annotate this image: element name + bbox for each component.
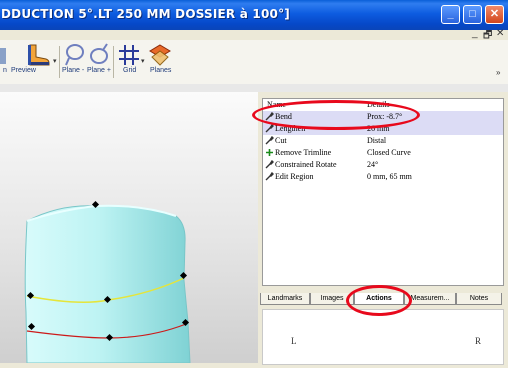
action-name: Lengthen <box>275 124 306 133</box>
action-details: 0 mm, 65 mm <box>367 172 412 181</box>
column-header-details[interactable]: Details <box>367 100 390 109</box>
toolbar-overflow-icon[interactable]: » <box>496 68 500 77</box>
tab-images[interactable]: Images <box>310 293 354 305</box>
action-name: Cut <box>275 136 287 145</box>
minimize-button[interactable]: _ <box>441 5 460 24</box>
plus-icon <box>265 148 274 159</box>
wrench-icon <box>265 171 274 183</box>
socket-model[interactable] <box>0 92 258 364</box>
right-label: R <box>475 336 482 346</box>
tab-landmarks[interactable]: Landmarks <box>260 293 310 305</box>
mdi-minimize-button[interactable]: _ <box>472 28 478 39</box>
grid-dropdown-icon[interactable]: ▾ <box>141 57 145 65</box>
maximize-button[interactable]: □ <box>463 5 482 24</box>
actions-list[interactable]: Name Details Bend Prox: -8.7° Lengthen 2… <box>262 98 504 286</box>
toolbar-label-plane-minus: Plane - <box>62 67 85 74</box>
mdi-close-button[interactable]: ✕ <box>496 28 504 39</box>
mdi-bar: _ 🗗 ✕ <box>0 28 508 41</box>
toolbar-label-preview: Preview <box>11 67 36 74</box>
action-name: Edit Region <box>275 172 314 181</box>
left-label: L <box>291 336 297 346</box>
close-button[interactable]: ✕ <box>485 5 504 24</box>
action-details: 26 mm <box>367 124 390 133</box>
action-details: Prox: -8.7° <box>367 112 403 121</box>
tab-notes[interactable]: Notes <box>456 293 502 305</box>
action-name: Bend <box>275 112 292 121</box>
wrench-icon <box>265 159 274 171</box>
window-title: DDUCTION 5°.LT 250 MM DOSSIER à 100°] <box>1 7 290 21</box>
wrench-icon <box>265 123 274 135</box>
list-item-constrained-rotate[interactable]: Constrained Rotate 24° <box>263 159 503 171</box>
action-name: Constrained Rotate <box>275 160 337 169</box>
toolbar-separator <box>59 46 60 78</box>
toolbar-separator <box>113 46 114 78</box>
wrench-icon <box>265 135 274 147</box>
right-panel: Name Details Bend Prox: -8.7° Lengthen 2… <box>258 92 508 365</box>
tab-measurements[interactable]: Measurem... <box>404 293 456 305</box>
list-header: Name Details <box>263 99 503 110</box>
action-details: Distal <box>367 136 387 145</box>
column-header-name[interactable]: Name <box>267 100 286 109</box>
wrench-icon <box>265 111 274 123</box>
list-item-lengthen[interactable]: Lengthen 26 mm <box>263 123 503 135</box>
toolbar-label-plane-plus: Plane + <box>87 67 111 74</box>
toolbar: n ▾ Preview Plane - Plane + ▾ Grid Plane… <box>0 40 508 85</box>
tab-actions[interactable]: Actions <box>354 293 404 305</box>
action-details: Closed Curve <box>367 148 411 157</box>
3d-viewport[interactable] <box>0 92 258 364</box>
list-item-remove-trimline[interactable]: Remove Trimline Closed Curve <box>263 147 503 159</box>
preview-dropdown-icon[interactable]: ▾ <box>53 57 57 65</box>
action-name: Remove Trimline <box>275 148 332 157</box>
toolbar-label-grid: Grid <box>123 67 137 74</box>
list-item-edit-region[interactable]: Edit Region 0 mm, 65 mm <box>263 171 503 183</box>
action-details: 24° <box>367 160 379 169</box>
toolbar-label-planes: Planes <box>150 67 172 74</box>
list-item-cut[interactable]: Cut Distal <box>263 135 503 147</box>
panel-tabs: Landmarks Images Actions Measurem... Not… <box>258 291 508 307</box>
model-surface <box>24 205 191 364</box>
title-bar: DDUCTION 5°.LT 250 MM DOSSIER à 100°] _ … <box>0 0 508 30</box>
orientation-panel: L R <box>262 309 504 365</box>
toolbar-label-partial: n <box>3 67 7 74</box>
list-item-bend[interactable]: Bend Prox: -8.7° <box>263 111 503 123</box>
